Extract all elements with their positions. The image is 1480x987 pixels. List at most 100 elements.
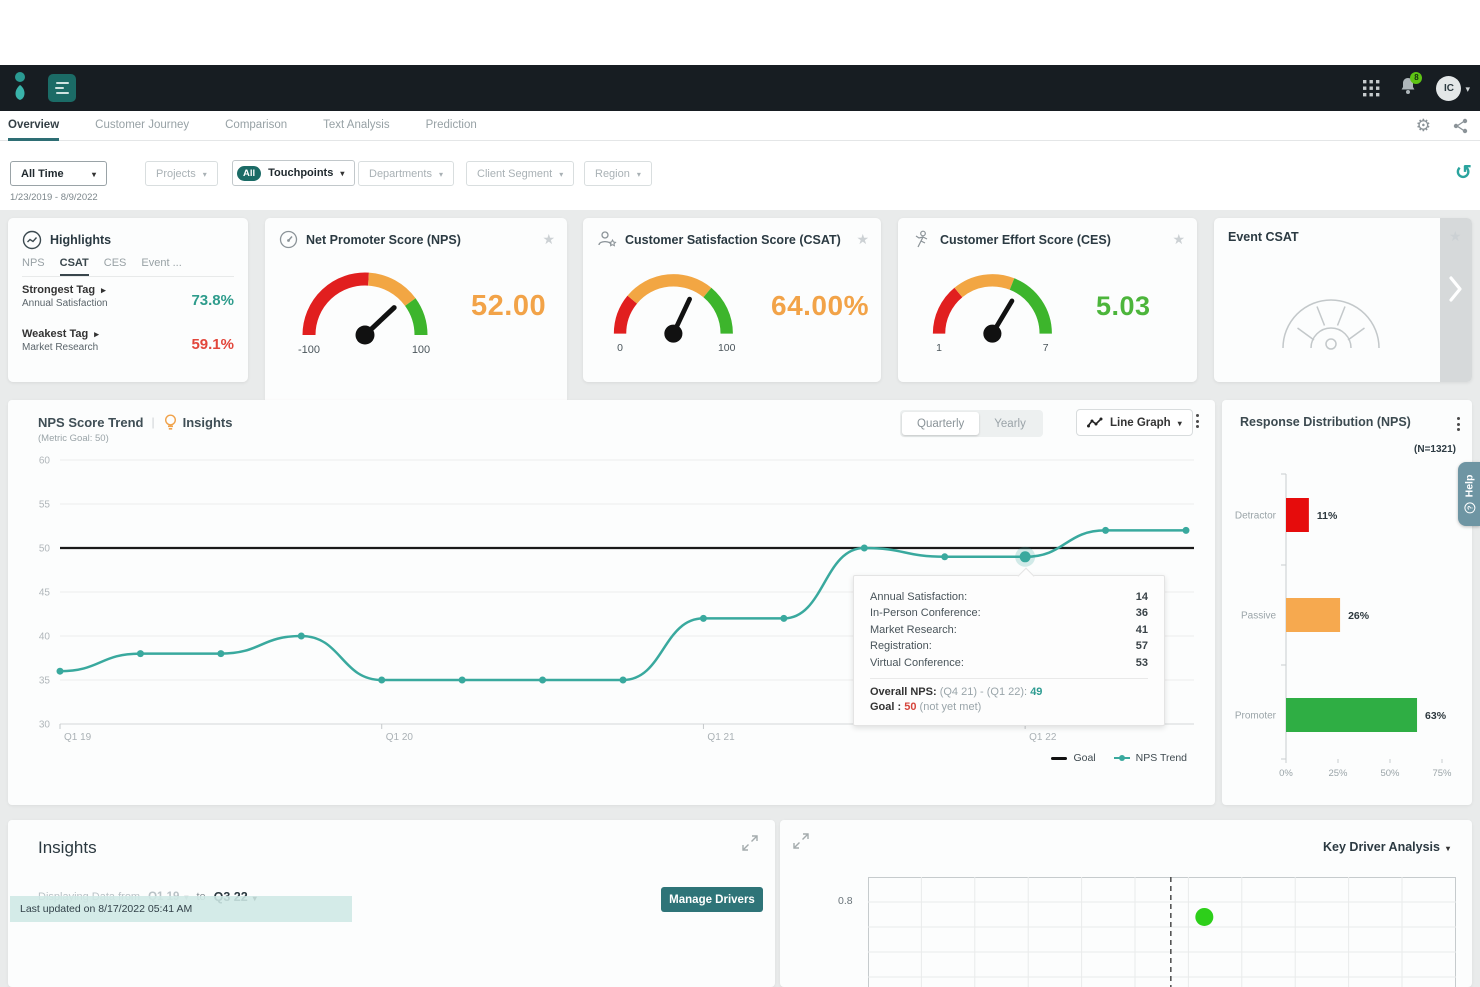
svg-text:Detractor: Detractor (1235, 511, 1277, 522)
kda-scatter-chart[interactable] (868, 877, 1456, 987)
tooltip-separator (870, 678, 1148, 679)
highlights-tab-nps[interactable]: NPS (22, 257, 45, 276)
svg-text:100: 100 (412, 344, 430, 356)
menu-line-icon (56, 92, 69, 94)
chevron-down-icon (1465, 79, 1470, 97)
svg-text:50%: 50% (1380, 768, 1400, 779)
svg-text:60: 60 (39, 456, 51, 467)
trend-panel-menu-icon[interactable] (1192, 410, 1203, 432)
favorite-star-icon[interactable] (856, 231, 869, 249)
account-menu[interactable]: IC (1436, 76, 1470, 101)
settings-gear-icon[interactable] (1416, 116, 1431, 136)
chart-tooltip: Annual Satisfaction:14 In-Person Confere… (853, 575, 1165, 726)
tab-text-analysis[interactable]: Text Analysis (323, 111, 389, 141)
expand-icon[interactable] (741, 834, 759, 852)
kda-title-label: Key Driver Analysis (1323, 840, 1440, 854)
tab-comparison[interactable]: Comparison (225, 111, 287, 141)
favorite-star-icon[interactable] (542, 231, 555, 249)
insights-panel-title: Insights (38, 838, 97, 858)
favorite-star-icon[interactable] (1449, 228, 1462, 246)
tab-customer-journey[interactable]: Customer Journey (95, 111, 189, 141)
gauge-icon (279, 230, 298, 249)
legend-nps-trend[interactable]: NPS Trend (1114, 752, 1187, 764)
client-segment-filter-dropdown[interactable]: Client Segment (466, 161, 574, 186)
overall-nps-period: (Q4 21) - (Q1 22): (940, 686, 1027, 698)
svg-text:Q1 19: Q1 19 (64, 732, 92, 743)
ces-gauge-card[interactable]: Customer Effort Score (CES) 17 5.03 (898, 218, 1197, 382)
chevron-right-icon (1449, 276, 1463, 302)
toggle-yearly[interactable]: Yearly (979, 412, 1041, 435)
chevron-down-icon (439, 168, 443, 180)
date-range-label: 1/23/2019 - 8/9/2022 (10, 192, 98, 203)
chevron-down-icon (559, 168, 563, 180)
expand-right-icon[interactable] (94, 328, 99, 340)
apps-grid-icon[interactable] (1363, 80, 1380, 97)
share-icon[interactable] (1453, 118, 1468, 134)
svg-text:1: 1 (936, 343, 942, 354)
help-tab[interactable]: Help (1458, 462, 1480, 526)
strongest-tag-value: 73.8% (191, 292, 234, 309)
weakest-tag-row: Weakest Tag Market Research 59.1% (22, 328, 234, 353)
notifications-bell[interactable]: 8 (1400, 77, 1416, 100)
highlights-tab-csat[interactable]: CSAT (60, 257, 89, 276)
kda-title-dropdown[interactable]: Key Driver Analysis (1323, 840, 1450, 854)
manage-drivers-button[interactable]: Manage Drivers (661, 887, 763, 912)
refresh-icon[interactable] (1455, 160, 1472, 185)
favorite-star-icon[interactable] (1172, 231, 1185, 249)
chart-type-value: Line Graph (1110, 417, 1171, 429)
response-distribution-bar-chart[interactable]: Detractor11%Passive26%Promoter63%0%25%50… (1224, 456, 1470, 792)
highlights-tab-ces[interactable]: CES (104, 257, 127, 276)
tab-overview[interactable]: Overview (8, 111, 59, 141)
csat-gauge-card[interactable]: Customer Satisfaction Score (CSAT) 0100 … (583, 218, 881, 382)
ces-card-title: Customer Effort Score (CES) (940, 233, 1111, 247)
legend-goal-label: Goal (1073, 752, 1095, 764)
strongest-tag-label: Strongest Tag (22, 284, 95, 296)
kda-y-tick-label: 0.8 (838, 895, 853, 907)
goal-value: 50 (904, 701, 916, 713)
region-filter-dropdown[interactable]: Region (584, 161, 652, 186)
trend-panel-title: NPS Score Trend (38, 415, 143, 430)
projects-filter-label: Projects (156, 168, 196, 180)
svg-text:45: 45 (39, 588, 51, 599)
tooltip-label: Registration: (870, 640, 932, 652)
nps-gauge-card[interactable]: Net Promoter Score (NPS) -100100 52.00 (265, 218, 567, 382)
tooltip-label: Annual Satisfaction: (870, 591, 967, 603)
departments-filter-dropdown[interactable]: Departments (358, 161, 454, 186)
event-csat-card[interactable]: Event CSAT (1214, 218, 1472, 382)
time-filter-dropdown[interactable]: All Time (10, 161, 107, 186)
tooltip-value: 41 (1136, 624, 1148, 636)
chart-legend: Goal NPS Trend (1051, 752, 1187, 764)
svg-text:50: 50 (39, 544, 51, 555)
projects-filter-dropdown[interactable]: Projects (145, 161, 218, 186)
response-panel-menu-icon[interactable] (1453, 413, 1464, 435)
strongest-tag-name: Annual Satisfaction (22, 298, 108, 309)
highlights-tab-event[interactable]: Event ... (141, 257, 181, 276)
svg-text:7: 7 (1043, 343, 1049, 354)
app-menu-button[interactable] (48, 74, 76, 102)
tooltip-label: Virtual Conference: (870, 657, 964, 669)
svg-text:100: 100 (718, 343, 736, 354)
help-label: Help (1463, 475, 1475, 498)
tab-prediction[interactable]: Prediction (426, 111, 477, 141)
overall-nps-label: Overall NPS: (870, 686, 937, 698)
chart-type-dropdown[interactable]: Line Graph (1076, 409, 1193, 436)
expand-icon[interactable] (792, 832, 810, 850)
highlights-title: Highlights (50, 233, 111, 247)
chevron-down-icon (92, 168, 96, 180)
svg-text:-100: -100 (298, 344, 320, 356)
tooltip-value: 53 (1136, 657, 1148, 669)
carousel-next-strip[interactable] (1440, 218, 1472, 382)
svg-text:35: 35 (39, 676, 51, 687)
tooltip-value: 57 (1136, 640, 1148, 652)
weakest-tag-value: 59.1% (191, 336, 234, 353)
toggle-quarterly[interactable]: Quarterly (902, 412, 979, 435)
expand-right-icon[interactable] (101, 284, 106, 296)
weakest-tag-name: Market Research (22, 342, 99, 353)
line-chart-icon (1087, 417, 1103, 429)
touchpoints-filter-dropdown[interactable]: All Touchpoints (232, 160, 355, 186)
tooltip-value: 36 (1136, 607, 1148, 619)
time-filter-value: All Time (21, 168, 64, 180)
chevron-down-icon (1446, 840, 1450, 854)
legend-goal[interactable]: Goal (1051, 752, 1095, 764)
insights-link[interactable]: Insights (183, 415, 233, 430)
